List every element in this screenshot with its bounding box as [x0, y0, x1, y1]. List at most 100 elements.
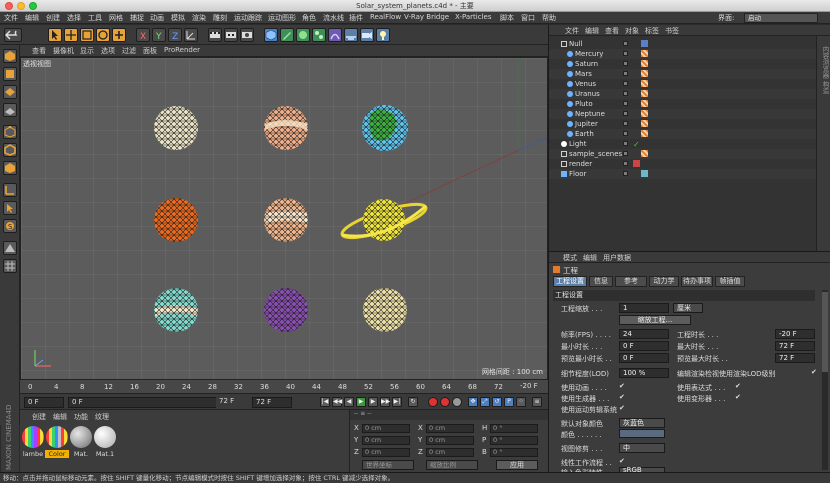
polygons-mode-icon[interactable]	[3, 161, 17, 175]
view-clipping-select[interactable]: 中	[619, 443, 665, 453]
planet-venus[interactable]	[264, 106, 308, 150]
project-scale-field[interactable]: 1	[619, 303, 669, 313]
workplane-icon[interactable]	[3, 103, 17, 117]
menu-x-particles[interactable]: X-Particles	[455, 13, 491, 21]
autokey-icon[interactable]	[440, 397, 450, 407]
object-row[interactable]: Venus	[549, 79, 817, 89]
viewport-menu-display[interactable]: 显示	[80, 46, 94, 56]
visibility-dot[interactable]	[623, 41, 628, 46]
om-menu-bookmarks[interactable]: 书签	[665, 26, 679, 36]
perspective-viewport[interactable]: 透视视图 网格间距: 100 cm	[20, 57, 548, 380]
texture-tag-icon[interactable]	[641, 70, 648, 77]
axis-mode-icon[interactable]	[3, 183, 17, 197]
scene-icon[interactable]	[344, 28, 358, 42]
material-menu-function[interactable]: 功能	[74, 412, 88, 422]
texture-tag-icon[interactable]	[641, 90, 648, 97]
menu-realflow[interactable]: RealFlow	[370, 13, 401, 21]
tab-info[interactable]: 信息	[589, 276, 613, 287]
texture-tag-icon[interactable]	[641, 150, 648, 157]
om-menu-edit[interactable]: 编辑	[585, 26, 599, 36]
viewport-menu-view[interactable]: 查看	[32, 46, 46, 56]
material-swatch-color[interactable]	[46, 426, 68, 448]
scale-icon[interactable]	[80, 28, 94, 42]
menu-select[interactable]: 选择	[67, 13, 81, 23]
object-manager-side-tabs[interactable]: 内容浏览器 构造	[816, 36, 830, 251]
pos-z-field[interactable]: 0 cm	[362, 448, 410, 457]
prev-key-icon[interactable]: ◀◀	[332, 397, 342, 407]
texture-mode-icon[interactable]	[3, 85, 17, 99]
enabled-check-icon[interactable]: ✓	[633, 140, 640, 149]
viewport-menu-options[interactable]: 选项	[101, 46, 115, 56]
planet-pluto[interactable]	[363, 288, 407, 332]
visibility-dot[interactable]	[623, 111, 628, 116]
rot-h-field[interactable]: 0 °	[490, 424, 538, 433]
visibility-dot[interactable]	[623, 81, 628, 86]
select-arrow-icon[interactable]	[48, 28, 62, 42]
model-mode-icon[interactable]	[3, 67, 17, 81]
am-menu-edit[interactable]: 编辑	[583, 253, 597, 263]
tab-dynamics[interactable]: 动力学	[649, 276, 679, 287]
next-frame-icon[interactable]: ▶	[368, 397, 378, 407]
menu-window[interactable]: 窗口	[521, 13, 535, 23]
planet-neptune[interactable]	[264, 288, 308, 332]
material-menu-create[interactable]: 创建	[32, 412, 46, 422]
grid-icon[interactable]	[3, 259, 17, 273]
om-menu-view[interactable]: 查看	[605, 26, 619, 36]
visibility-dot[interactable]	[623, 61, 628, 66]
object-tag-icon[interactable]	[641, 40, 648, 47]
texture-tag-icon[interactable]	[641, 50, 648, 57]
cube-icon[interactable]	[264, 28, 278, 42]
menu-edit[interactable]: 编辑	[25, 13, 39, 23]
use-generators-checkbox[interactable]	[619, 393, 625, 401]
color-swatch[interactable]	[619, 429, 665, 438]
object-row[interactable]: render	[549, 159, 817, 169]
object-row[interactable]: Earth	[549, 129, 817, 139]
render-picture-viewer-icon[interactable]	[224, 28, 238, 42]
menu-mograph[interactable]: 运动图形	[268, 13, 296, 23]
x-axis-icon[interactable]: X	[136, 28, 150, 42]
preview-min-field[interactable]: 0 F	[619, 353, 669, 363]
edges-mode-icon[interactable]	[3, 143, 17, 157]
keyframe-selection-icon[interactable]	[452, 397, 462, 407]
record-point-level-icon[interactable]: ⁘	[516, 397, 526, 407]
tweak-mode-icon[interactable]	[3, 201, 17, 215]
texture-tag-icon[interactable]	[641, 110, 648, 117]
next-key-icon[interactable]: ▶▶	[380, 397, 390, 407]
use-motion-system-checkbox[interactable]	[619, 404, 625, 412]
use-expressions-checkbox[interactable]	[735, 382, 741, 390]
object-row[interactable]: Mercury	[549, 49, 817, 59]
om-menu-file[interactable]: 文件	[565, 26, 579, 36]
object-row[interactable]: Light ✓	[549, 139, 817, 149]
layout-select[interactable]: 启动	[744, 13, 818, 23]
size-y-field[interactable]: 0 cm	[426, 436, 474, 445]
menu-tools[interactable]: 工具	[88, 13, 102, 23]
texture-tag-icon[interactable]	[641, 120, 648, 127]
planet-uranus[interactable]	[154, 288, 198, 332]
material-menu-edit[interactable]: 编辑	[53, 412, 67, 422]
rot-b-field[interactable]: 0 °	[490, 448, 538, 457]
visibility-dot[interactable]	[623, 91, 628, 96]
am-menu-user-data[interactable]: 用户数据	[603, 253, 631, 263]
use-deformers-checkbox[interactable]	[735, 393, 741, 401]
object-row[interactable]: Floor	[549, 169, 817, 179]
snap-icon[interactable]: S	[3, 219, 17, 233]
om-menu-tags[interactable]: 标签	[645, 26, 659, 36]
record-scale-icon[interactable]: ⤢	[480, 397, 490, 407]
planet-saturn[interactable]	[339, 198, 429, 244]
pen-icon[interactable]	[280, 28, 294, 42]
default-object-color-select[interactable]: 灰蓝色	[619, 418, 665, 428]
tab-key-interpolation[interactable]: 帧插值	[715, 276, 745, 287]
render-settings-icon[interactable]	[240, 28, 254, 42]
timeline-menu-icon[interactable]: ≡	[532, 397, 542, 407]
texture-tag-icon[interactable]	[641, 100, 648, 107]
planet-earth[interactable]	[362, 105, 408, 151]
points-mode-icon[interactable]	[3, 125, 17, 139]
planet-mercury[interactable]	[154, 106, 198, 150]
go-to-end-icon[interactable]: ▶|	[392, 397, 402, 407]
scale-project-button[interactable]: 缩放工程...	[619, 315, 691, 325]
tab-todo[interactable]: 待办事项	[681, 276, 713, 287]
menu-animate[interactable]: 动画	[150, 13, 164, 23]
linear-workflow-checkbox[interactable]	[619, 457, 625, 465]
visibility-dot[interactable]	[623, 171, 628, 176]
viewport-menu-panel[interactable]: 面板	[143, 46, 157, 56]
